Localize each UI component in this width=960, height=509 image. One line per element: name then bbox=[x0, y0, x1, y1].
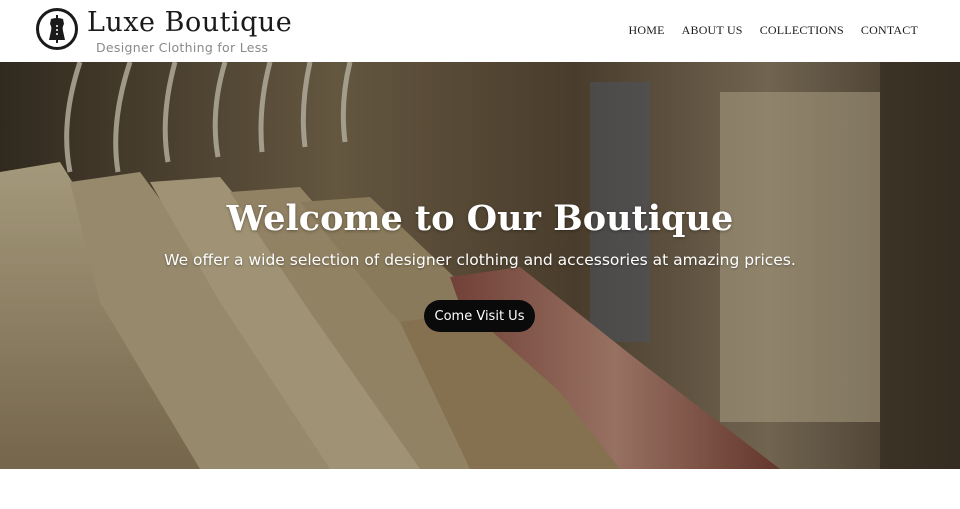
hero-subtitle: We offer a wide selection of designer cl… bbox=[164, 251, 796, 269]
nav-about-us[interactable]: ABOUT US bbox=[682, 23, 743, 38]
hero-section: Welcome to Our Boutique We offer a wide … bbox=[0, 62, 960, 469]
brand-logo[interactable]: Luxe Boutique Designer Clothing for Less bbox=[36, 8, 292, 55]
come-visit-us-button[interactable]: Come Visit Us bbox=[424, 300, 535, 332]
nav-home[interactable]: HOME bbox=[628, 23, 664, 38]
page-body bbox=[0, 469, 960, 509]
hero-title: Welcome to Our Boutique bbox=[226, 198, 734, 239]
hero-content: Welcome to Our Boutique We offer a wide … bbox=[0, 62, 960, 469]
nav-contact[interactable]: CONTACT bbox=[861, 23, 918, 38]
brand-name: Luxe Boutique bbox=[87, 7, 293, 38]
nav-collections[interactable]: COLLECTIONS bbox=[760, 23, 844, 38]
main-nav: HOME ABOUT US COLLECTIONS CONTACT bbox=[628, 23, 918, 38]
dress-form-icon bbox=[36, 8, 78, 50]
brand-tagline: Designer Clothing for Less bbox=[96, 40, 269, 55]
site-header: Luxe Boutique Designer Clothing for Less… bbox=[0, 0, 960, 62]
